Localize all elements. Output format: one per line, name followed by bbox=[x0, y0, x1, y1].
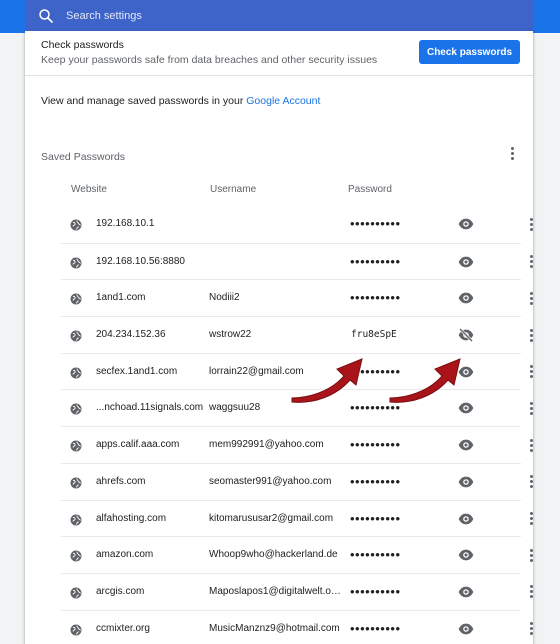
row-password: •••••••••• bbox=[350, 547, 401, 563]
column-header-username: Username bbox=[210, 184, 257, 195]
globe-icon bbox=[70, 329, 82, 342]
row-website: 192.168.10.56:8880 bbox=[96, 255, 185, 267]
password-row: ccmixter.org MusicManznz9@hotmail.com ••••… bbox=[61, 609, 533, 644]
saved-passwords-title: Saved Passwords bbox=[41, 151, 126, 163]
eye-icon[interactable] bbox=[458, 584, 474, 600]
row-website: arcgis.com bbox=[96, 585, 145, 597]
row-username: kitomarususar2@gmail.com bbox=[209, 512, 334, 524]
search-box[interactable] bbox=[25, 0, 533, 31]
top-bar bbox=[0, 0, 560, 33]
globe-icon bbox=[70, 476, 82, 489]
row-username: Maposlapos1@digitalwelt.or... bbox=[209, 585, 341, 597]
row-username: Nodiii2 bbox=[209, 292, 240, 304]
row-username: mem992991@yahoo.com bbox=[209, 439, 324, 451]
globe-icon bbox=[70, 586, 82, 599]
globe-icon bbox=[70, 549, 82, 562]
row-website: amazon.com bbox=[96, 549, 154, 561]
globe-icon bbox=[70, 218, 82, 231]
globe-icon bbox=[70, 256, 82, 269]
more-vert-icon[interactable] bbox=[524, 327, 538, 343]
row-website: 1and1.com bbox=[96, 292, 146, 304]
row-password: •••••••••• bbox=[350, 620, 401, 636]
column-header-password: Password bbox=[348, 184, 392, 195]
password-row: 204.234.152.36 wstrow22 fru8eSpE bbox=[61, 316, 533, 353]
search-icon bbox=[39, 8, 53, 23]
password-row: arcgis.com Maposlapos1@digitalwelt.or... •… bbox=[61, 572, 533, 610]
row-website: secfex.1and1.com bbox=[96, 365, 178, 377]
more-vert-icon[interactable] bbox=[524, 621, 538, 637]
row-website: apps.calif.aaa.com bbox=[96, 439, 180, 451]
row-username: MusicManznz9@hotmail.com bbox=[209, 622, 340, 634]
globe-icon bbox=[70, 439, 82, 452]
check-passwords-button[interactable]: Check passwords bbox=[419, 40, 520, 64]
more-vert-icon[interactable] bbox=[524, 437, 538, 453]
manage-passwords-text: View and manage saved passwords in your … bbox=[41, 95, 320, 107]
column-header-website: Website bbox=[71, 184, 107, 195]
eye-icon[interactable] bbox=[458, 437, 474, 453]
check-passwords-description: Keep your passwords safe from data breac… bbox=[41, 54, 378, 66]
password-row: ahrefs.com seomaster991@yahoo.com ••••••••… bbox=[61, 462, 533, 500]
globe-icon bbox=[70, 366, 82, 379]
globe-icon bbox=[70, 292, 82, 305]
eye-icon[interactable] bbox=[458, 474, 474, 490]
eye-icon[interactable] bbox=[458, 216, 474, 232]
row-password: •••••••••• bbox=[350, 510, 401, 526]
red-arrow bbox=[291, 358, 363, 403]
row-password: •••••••••• bbox=[350, 253, 401, 269]
more-vert-icon[interactable] bbox=[524, 511, 538, 527]
row-username: seomaster991@yahoo.com bbox=[209, 475, 332, 487]
more-vert-icon[interactable] bbox=[524, 400, 538, 416]
row-password: fru8eSpE bbox=[351, 329, 397, 341]
row-password: •••••••••• bbox=[350, 216, 401, 231]
password-row: alfahosting.com kitomarususar2@gmail.com •… bbox=[61, 499, 533, 537]
more-vert-icon[interactable] bbox=[524, 290, 538, 306]
row-website: ccmixter.org bbox=[96, 622, 150, 634]
more-vert-icon[interactable] bbox=[524, 547, 538, 563]
divider bbox=[25, 75, 533, 76]
row-password: •••••••••• bbox=[350, 437, 401, 453]
google-account-link[interactable]: Google Account bbox=[246, 95, 320, 107]
password-row: 192.168.10.1 •••••••••• bbox=[61, 206, 533, 243]
search-input[interactable] bbox=[66, 9, 486, 22]
row-website: 192.168.10.1 bbox=[96, 218, 155, 229]
eye-icon[interactable] bbox=[458, 254, 474, 270]
eye-off-icon[interactable] bbox=[458, 327, 474, 343]
row-website: ...nchoad.11signals.com bbox=[96, 402, 204, 414]
more-vert-icon[interactable] bbox=[524, 364, 538, 380]
passwords-card: Check passwords Keep your passwords safe… bbox=[25, 31, 533, 644]
eye-icon[interactable] bbox=[458, 621, 474, 637]
check-passwords-title: Check passwords bbox=[41, 39, 124, 51]
row-username: wstrow22 bbox=[209, 329, 252, 341]
manage-prefix: View and manage saved passwords in your bbox=[41, 95, 247, 107]
row-username: Whoop9who@hackerland.de bbox=[209, 549, 338, 561]
globe-icon bbox=[70, 402, 82, 415]
globe-icon bbox=[70, 623, 82, 636]
row-website: ahrefs.com bbox=[96, 475, 146, 487]
more-vert-icon[interactable] bbox=[524, 216, 538, 232]
eye-icon[interactable] bbox=[458, 547, 474, 563]
eye-icon[interactable] bbox=[458, 511, 474, 527]
more-vert-icon[interactable] bbox=[524, 584, 538, 600]
eye-icon[interactable] bbox=[458, 290, 474, 306]
password-row: 1and1.com Nodiii2 •••••••••• bbox=[61, 279, 533, 316]
row-password: •••••••••• bbox=[350, 290, 401, 306]
row-username: waggsuu28 bbox=[209, 402, 261, 414]
more-vert-icon[interactable] bbox=[524, 254, 538, 270]
row-website: 204.234.152.36 bbox=[96, 329, 166, 341]
globe-icon bbox=[70, 513, 82, 525]
more-vert-icon[interactable] bbox=[524, 474, 538, 490]
row-password: •••••••••• bbox=[350, 473, 401, 489]
row-website: alfahosting.com bbox=[96, 512, 167, 524]
password-row: 192.168.10.56:8880 •••••••••• bbox=[61, 242, 533, 280]
password-list: 192.168.10.1 •••••••••• 192.168.10.56:8880… bbox=[61, 206, 533, 644]
more-vert-icon[interactable] bbox=[505, 145, 519, 161]
row-password: •••••••••• bbox=[350, 583, 401, 599]
password-row: amazon.com Whoop9who@hackerland.de •••••••… bbox=[61, 536, 533, 573]
red-arrow bbox=[389, 358, 461, 403]
password-row: apps.calif.aaa.com mem992991@yahoo.com •••… bbox=[61, 426, 533, 463]
